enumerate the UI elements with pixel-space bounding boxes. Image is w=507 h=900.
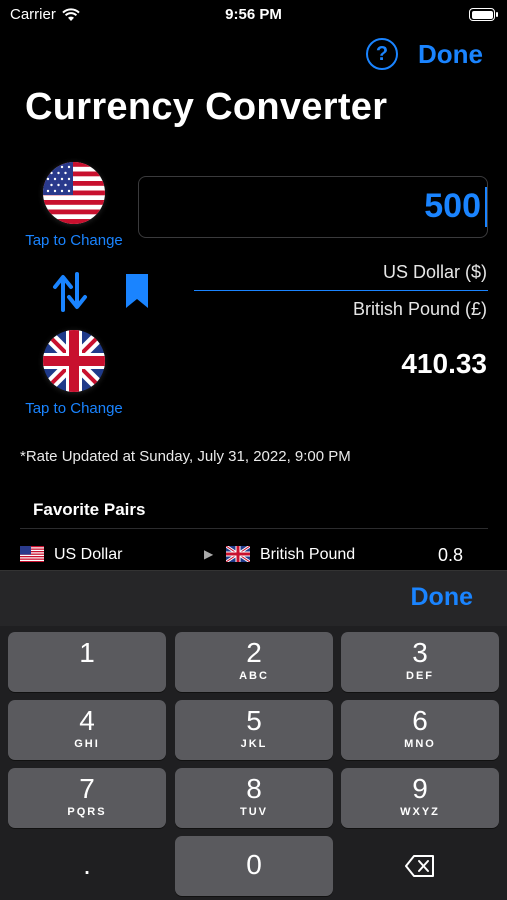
status-bar: Carrier 9:56 PM bbox=[0, 0, 507, 30]
key-9[interactable]: 9 WXYZ bbox=[341, 768, 499, 828]
key-digit: 5 bbox=[246, 705, 262, 736]
keyboard-done-button[interactable]: Done bbox=[411, 583, 474, 612]
uk-flag-icon bbox=[226, 546, 250, 562]
key-letters: PQRS bbox=[67, 806, 107, 818]
help-button[interactable]: ? bbox=[366, 38, 398, 70]
key-letters: ABC bbox=[239, 670, 269, 682]
us-flag-icon bbox=[20, 546, 44, 562]
key-4[interactable]: 4 GHI bbox=[8, 700, 166, 760]
key-5[interactable]: 5 JKL bbox=[175, 700, 333, 760]
swap-arrows-icon[interactable] bbox=[52, 272, 88, 312]
status-time: 9:56 PM bbox=[225, 6, 282, 23]
key-digit: 2 bbox=[246, 637, 262, 668]
converted-result: 410.33 bbox=[401, 348, 487, 379]
key-digit: 1 bbox=[79, 637, 95, 668]
done-button[interactable]: Done bbox=[418, 38, 483, 70]
backspace-icon bbox=[405, 855, 434, 877]
amount-value: 500 bbox=[424, 187, 481, 225]
key-digit: 7 bbox=[79, 773, 95, 804]
currency-divider bbox=[194, 290, 488, 291]
key-0[interactable]: 0 bbox=[175, 836, 333, 896]
key-letters: WXYZ bbox=[400, 806, 440, 818]
uk-flag-icon[interactable] bbox=[43, 330, 105, 392]
favorite-to-label: British Pound bbox=[260, 546, 356, 563]
page-title: Currency Converter bbox=[25, 86, 388, 128]
key-digit: . bbox=[83, 849, 91, 880]
from-tap-to-change-link[interactable]: Tap to Change bbox=[14, 232, 134, 249]
key-6[interactable]: 6 MNO bbox=[341, 700, 499, 760]
to-tap-to-change-link[interactable]: Tap to Change bbox=[14, 400, 134, 417]
key-letters: DEF bbox=[406, 670, 434, 682]
us-flag-icon[interactable] bbox=[43, 162, 105, 224]
key-8[interactable]: 8 TUV bbox=[175, 768, 333, 828]
key-1[interactable]: 1 bbox=[8, 632, 166, 692]
favorite-pairs-title: Favorite Pairs bbox=[33, 500, 146, 519]
favorite-rate: 0.8 bbox=[437, 545, 463, 565]
from-currency-label[interactable]: US Dollar ($) bbox=[383, 262, 487, 283]
to-currency-label[interactable]: British Pound (£) bbox=[353, 299, 487, 320]
key-digit: 6 bbox=[412, 705, 428, 736]
play-arrow-icon: ▶ bbox=[204, 547, 214, 561]
battery-icon bbox=[469, 8, 498, 21]
key-2[interactable]: 2 ABC bbox=[175, 632, 333, 692]
key-digit: 8 bbox=[246, 773, 262, 804]
rate-updated-note: *Rate Updated at Sunday, July 31, 2022, … bbox=[20, 448, 351, 465]
key-letters: GHI bbox=[74, 738, 100, 750]
keyboard-toolbar: Done bbox=[0, 570, 507, 626]
key-letters: JKL bbox=[240, 738, 268, 750]
key-digit: 4 bbox=[79, 705, 95, 736]
key-letters: TUV bbox=[240, 806, 268, 818]
key-digit: 9 bbox=[412, 773, 428, 804]
key-letters: MNO bbox=[404, 738, 436, 750]
key-digit: 3 bbox=[412, 637, 428, 668]
text-caret bbox=[485, 187, 487, 227]
favorite-from-label: US Dollar bbox=[54, 546, 123, 563]
bookmark-icon[interactable] bbox=[124, 272, 150, 310]
number-keypad: 1 2 ABC 3 DEF 4 GHI 5 JKL 6 MNO 7 PQRS 8… bbox=[0, 626, 507, 900]
delete-key[interactable] bbox=[341, 836, 499, 896]
key-decimal[interactable]: . bbox=[8, 836, 166, 896]
key-digit: 0 bbox=[246, 849, 262, 880]
favorites-divider bbox=[20, 528, 488, 529]
favorite-pair-row[interactable]: US Dollar ▶ British Pound 0.8 bbox=[0, 540, 507, 570]
amount-input[interactable]: 500 bbox=[138, 176, 488, 238]
key-7[interactable]: 7 PQRS bbox=[8, 768, 166, 828]
battery-fill bbox=[471, 10, 493, 19]
key-3[interactable]: 3 DEF bbox=[341, 632, 499, 692]
